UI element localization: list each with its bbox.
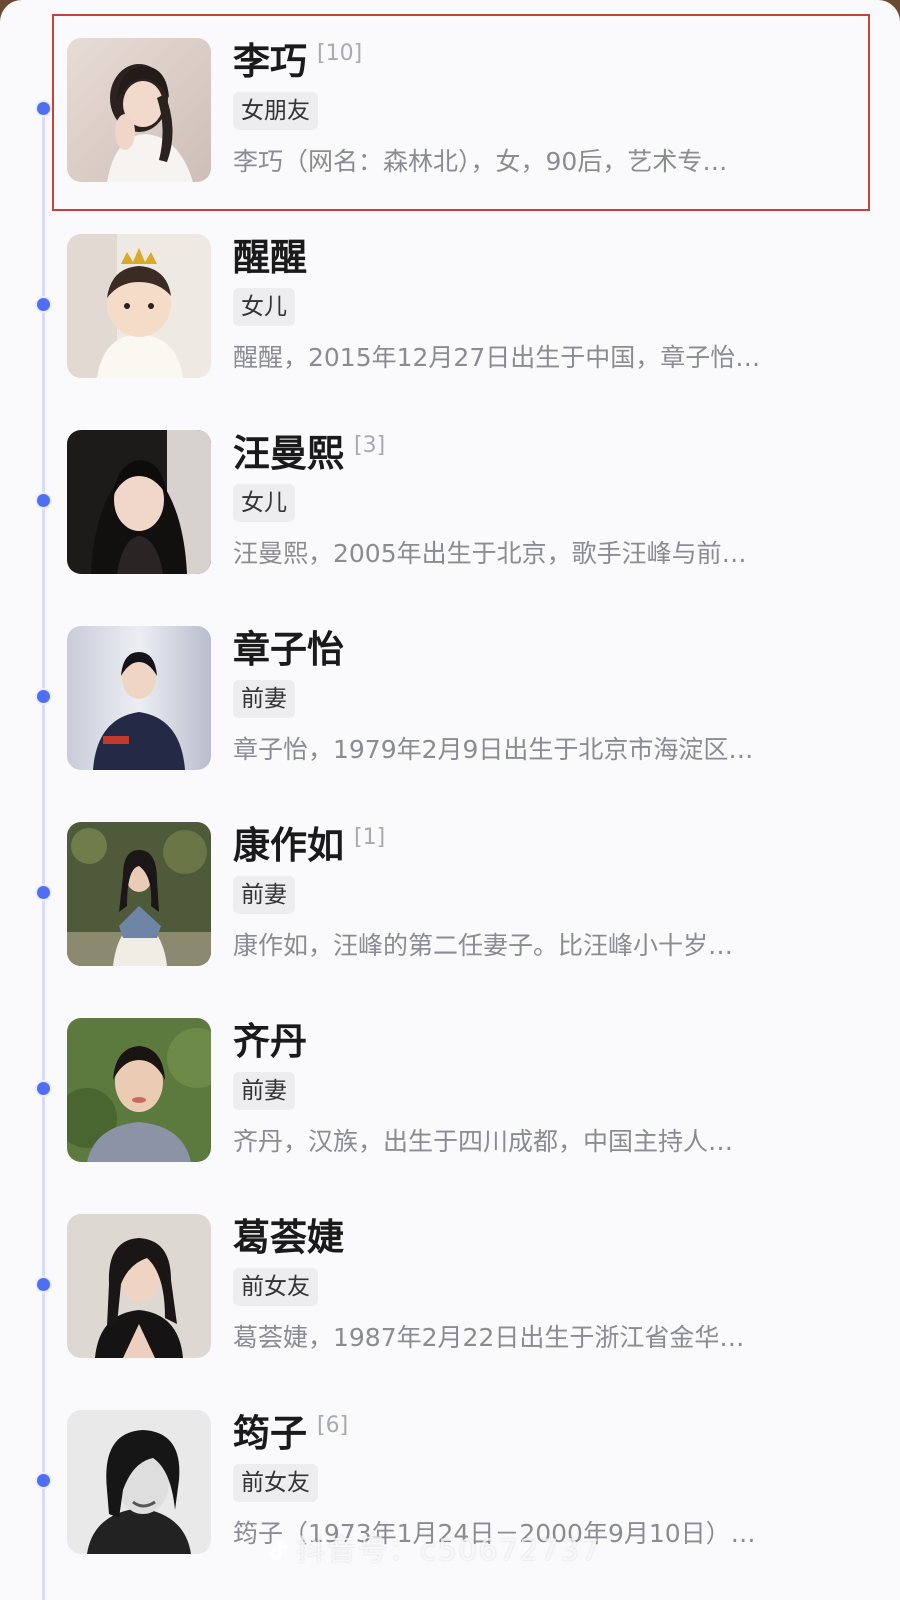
- timeline-dot: [37, 886, 50, 899]
- watermark: 抖音号：c50672737: [264, 1527, 602, 1569]
- person-description: 李巧（网名：森林北），女，90后，艺术专…: [233, 147, 728, 176]
- reference-count[interactable]: [6]: [317, 1413, 348, 1438]
- avatar[interactable]: [67, 1214, 211, 1358]
- avatar[interactable]: [67, 1018, 211, 1162]
- person-name[interactable]: 葛荟婕: [233, 1216, 344, 1259]
- avatar[interactable]: [67, 1410, 211, 1554]
- watermark-text: 抖音号：c50672737: [296, 1533, 602, 1567]
- relation-tag: 女儿: [233, 484, 295, 522]
- list-item[interactable]: 康作如 [1] 前妻 康作如，汪峰的第二任妻子。比汪峰小十岁…: [0, 784, 900, 980]
- person-name[interactable]: 章子怡: [233, 628, 344, 671]
- list-item[interactable]: 汪曼熙 [3] 女儿 汪曼熙，2005年出生于北京，歌手汪峰与前…: [0, 392, 900, 588]
- list-item[interactable]: 齐丹 前妻 齐丹，汉族，出生于四川成都，中国主持人…: [0, 980, 900, 1176]
- person-name[interactable]: 筠子: [233, 1412, 307, 1455]
- reference-count[interactable]: [10]: [317, 41, 362, 66]
- relation-tag: 前女友: [233, 1268, 318, 1306]
- reference-count[interactable]: [3]: [354, 433, 385, 458]
- person-description: 章子怡，1979年2月9日出生于北京市海淀区…: [233, 735, 754, 764]
- person-name[interactable]: 李巧: [233, 40, 307, 83]
- timeline-dot: [37, 102, 50, 115]
- relation-tag: 前女友: [233, 1464, 318, 1502]
- person-description: 齐丹，汉族，出生于四川成都，中国主持人…: [233, 1127, 734, 1156]
- person-name[interactable]: 齐丹: [233, 1020, 307, 1063]
- timeline-dot: [37, 1474, 50, 1487]
- relation-tag: 女朋友: [233, 92, 318, 130]
- avatar[interactable]: [67, 38, 211, 182]
- relation-tag: 前妻: [233, 876, 295, 914]
- relations-list-panel: 李巧 [10] 女朋友 李巧（网名：森林北），女，90后，艺术专… 醒醒 女儿 醒…: [0, 0, 900, 1600]
- tiktok-logo-icon: [264, 1536, 290, 1562]
- reference-count[interactable]: [1]: [354, 825, 385, 850]
- person-description: 康作如，汪峰的第二任妻子。比汪峰小十岁…: [233, 931, 734, 960]
- list-item[interactable]: 醒醒 女儿 醒醒，2015年12月27日出生于中国，章子怡…: [0, 196, 900, 392]
- timeline-dot: [37, 1082, 50, 1095]
- list-item[interactable]: 章子怡 前妻 章子怡，1979年2月9日出生于北京市海淀区…: [0, 588, 900, 784]
- timeline-dot: [37, 494, 50, 507]
- person-name[interactable]: 康作如: [233, 824, 344, 867]
- person-name[interactable]: 汪曼熙: [233, 432, 344, 475]
- list-item[interactable]: 李巧 [10] 女朋友 李巧（网名：森林北），女，90后，艺术专…: [0, 0, 900, 196]
- timeline-dot: [37, 1278, 50, 1291]
- person-description: 葛荟婕，1987年2月22日出生于浙江省金华…: [233, 1323, 745, 1352]
- person-description: 汪曼熙，2005年出生于北京，歌手汪峰与前…: [233, 539, 747, 568]
- relation-tag: 女儿: [233, 288, 295, 326]
- timeline-dot: [37, 690, 50, 703]
- avatar[interactable]: [67, 822, 211, 966]
- avatar[interactable]: [67, 430, 211, 574]
- list-item[interactable]: 葛荟婕 前女友 葛荟婕，1987年2月22日出生于浙江省金华…: [0, 1176, 900, 1372]
- timeline-dot: [37, 298, 50, 311]
- person-name[interactable]: 醒醒: [233, 236, 307, 279]
- avatar[interactable]: [67, 234, 211, 378]
- relation-tag: 前妻: [233, 1072, 295, 1110]
- avatar[interactable]: [67, 626, 211, 770]
- person-description: 醒醒，2015年12月27日出生于中国，章子怡…: [233, 343, 761, 372]
- relation-tag: 前妻: [233, 680, 295, 718]
